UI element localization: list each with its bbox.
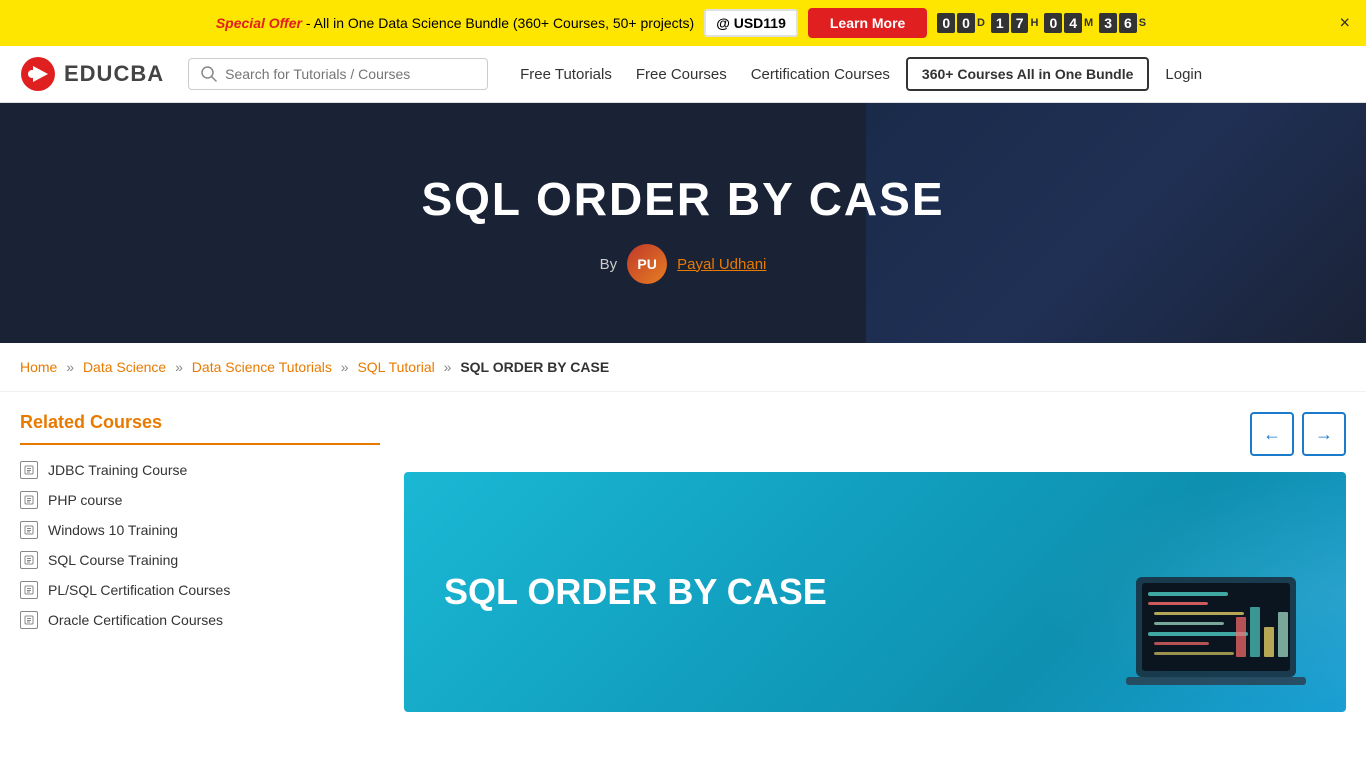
course-list-item[interactable]: Windows 10 Training [20, 521, 380, 539]
breadcrumb-data-science[interactable]: Data Science [83, 359, 166, 375]
breadcrumb-sql-tutorial[interactable]: SQL Tutorial [357, 359, 434, 375]
hero-title: SQL ORDER BY CASE [421, 172, 944, 226]
course-list-item[interactable]: Oracle Certification Courses [20, 611, 380, 629]
course-name: JDBC Training Course [48, 462, 187, 478]
sidebar: Related Courses JDBC Training Course [20, 412, 380, 712]
course-name: Windows 10 Training [48, 522, 178, 538]
hero-by-label: By [600, 256, 618, 273]
course-list-item[interactable]: PL/SQL Certification Courses [20, 581, 380, 599]
bundle-button[interactable]: 360+ Courses All in One Bundle [906, 57, 1149, 91]
course-list-item[interactable]: JDBC Training Course [20, 461, 380, 479]
breadcrumb-current: SQL ORDER BY CASE [460, 359, 609, 375]
course-icon [20, 461, 38, 479]
carousel-next-button[interactable]: → [1302, 412, 1346, 456]
hero-author: By PU Payal Udhani [600, 244, 767, 284]
search-icon [201, 66, 217, 82]
banner-description: - All in One Data Science Bundle (360+ C… [302, 15, 694, 31]
nav-free-tutorials[interactable]: Free Tutorials [512, 60, 620, 89]
course-name: PL/SQL Certification Courses [48, 582, 230, 598]
days-tens: 0 [937, 13, 955, 33]
right-content: ← → SQL ORDER BY CASE [404, 412, 1346, 712]
author-initials: PU [637, 256, 656, 272]
countdown-timer: 00D 17H 04M 36S [937, 13, 1150, 33]
related-courses-title: Related Courses [20, 412, 380, 445]
breadcrumb-ds-tutorials[interactable]: Data Science Tutorials [192, 359, 332, 375]
secs-tens: 3 [1099, 13, 1117, 33]
main-content: Related Courses JDBC Training Course [0, 392, 1366, 732]
mins-tens: 0 [1044, 13, 1062, 33]
mins-units: 4 [1064, 13, 1082, 33]
breadcrumb-sep-4: » [444, 359, 452, 375]
breadcrumb-sep-3: » [341, 359, 349, 375]
search-bar[interactable] [188, 58, 488, 90]
author-name[interactable]: Payal Udhani [677, 256, 766, 273]
hours-units: 7 [1011, 13, 1029, 33]
course-icon [20, 611, 38, 629]
hours-label: H [1030, 17, 1038, 29]
banner-price: @ USD119 [704, 9, 798, 37]
course-list-item[interactable]: SQL Course Training [20, 551, 380, 569]
hours-tens: 1 [991, 13, 1009, 33]
course-name: PHP course [48, 492, 122, 508]
nav-certification-courses[interactable]: Certification Courses [743, 60, 898, 89]
breadcrumb-sep-1: » [66, 359, 74, 375]
nav-free-courses[interactable]: Free Courses [628, 60, 735, 89]
course-icon [20, 551, 38, 569]
breadcrumb-home[interactable]: Home [20, 359, 57, 375]
search-input[interactable] [225, 66, 475, 82]
secs-label: S [1139, 17, 1146, 29]
hero-section: SQL ORDER BY CASE By PU Payal Udhani [0, 103, 1366, 343]
carousel-nav: ← → [404, 412, 1346, 456]
top-banner: Special Offer - All in One Data Science … [0, 0, 1366, 46]
author-avatar: PU [627, 244, 667, 284]
course-name: Oracle Certification Courses [48, 612, 223, 628]
course-icon [20, 521, 38, 539]
mins-label: M [1084, 17, 1093, 29]
days-label: D [977, 17, 985, 29]
laptop-illustration [1116, 562, 1316, 712]
logo-text: EDUCBA [64, 61, 164, 87]
educba-logo-icon [20, 56, 56, 92]
banner-text: Special Offer - All in One Data Science … [216, 15, 694, 31]
logo-link[interactable]: EDUCBA [20, 56, 164, 92]
course-icon [20, 491, 38, 509]
course-name: SQL Course Training [48, 552, 178, 568]
learn-more-button[interactable]: Learn More [808, 8, 927, 38]
special-offer-label: Special Offer [216, 15, 302, 31]
close-banner-button[interactable]: × [1339, 13, 1350, 34]
login-link[interactable]: Login [1165, 66, 1202, 83]
course-list-item[interactable]: PHP course [20, 491, 380, 509]
carousel-prev-button[interactable]: ← [1250, 412, 1294, 456]
featured-image: SQL ORDER BY CASE [404, 472, 1346, 712]
course-icon [20, 581, 38, 599]
days-units: 0 [957, 13, 975, 33]
breadcrumb: Home » Data Science » Data Science Tutor… [0, 343, 1366, 392]
secs-units: 6 [1119, 13, 1137, 33]
nav-links: Free Tutorials Free Courses Certificatio… [512, 57, 1202, 91]
featured-title: SQL ORDER BY CASE [444, 570, 827, 613]
navbar: EDUCBA Free Tutorials Free Courses Certi… [0, 46, 1366, 103]
course-list: JDBC Training Course PHP course [20, 461, 380, 629]
breadcrumb-sep-2: » [175, 359, 183, 375]
